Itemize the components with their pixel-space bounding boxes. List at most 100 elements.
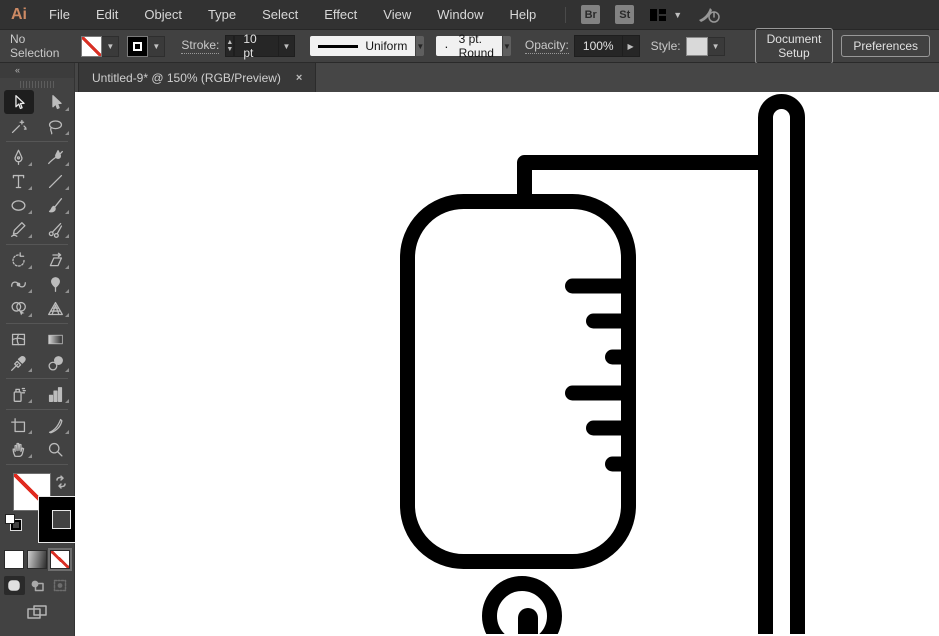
opacity-field: 100% ▶ [573, 35, 640, 57]
draw-inside-icon[interactable] [50, 576, 71, 595]
artwork-bag[interactable] [400, 194, 636, 569]
menu-item[interactable]: Object [131, 0, 195, 30]
tool-artboard[interactable] [4, 413, 34, 437]
stroke-swatch-black[interactable] [127, 35, 149, 57]
chevron-down-icon: ▼ [673, 9, 683, 20]
fill-swatch-none[interactable] [81, 35, 103, 57]
brush-dropdown[interactable]: ▼ [502, 36, 511, 56]
artwork-scale-ticks[interactable] [565, 278, 635, 472]
stock-icon[interactable]: St [615, 5, 635, 24]
tool-width[interactable] [4, 272, 34, 296]
tool-lasso[interactable] [41, 114, 71, 138]
tool-magic-wand[interactable] [4, 114, 34, 138]
tool-zoom[interactable] [41, 437, 71, 461]
workspace-switcher[interactable]: ▼ [649, 8, 682, 22]
tool-column-graph[interactable] [41, 382, 71, 406]
document-setup-button[interactable]: Document Setup [754, 28, 834, 64]
app-logo: Ai [11, 5, 27, 23]
menu-item[interactable]: Select [249, 0, 311, 30]
width-profile-select[interactable]: Uniform [310, 36, 416, 56]
divider [6, 464, 68, 465]
tool-hand[interactable] [4, 437, 34, 461]
artwork-iv-bag[interactable] [75, 92, 939, 634]
tool-line-segment[interactable] [41, 169, 71, 193]
stroke-weight-stepper[interactable]: ▲ ▼ [225, 35, 235, 57]
stroke-dropdown-button[interactable]: ▼ [148, 35, 166, 57]
tool-blend[interactable] [41, 351, 71, 375]
none-button[interactable] [48, 548, 72, 571]
opacity-dropdown[interactable]: ▶ [621, 36, 639, 56]
fill-dropdown-button[interactable]: ▼ [102, 35, 120, 57]
lasso-icon [48, 119, 63, 134]
tool-symbol-sprayer[interactable] [4, 382, 34, 406]
tab-close-icon[interactable]: × [296, 72, 302, 84]
stroke-weight-label[interactable]: Stroke: [181, 38, 220, 54]
menu-items: File Edit Object Type Select Effect View Window… [39, 0, 549, 30]
eyedropper-icon [11, 355, 26, 371]
tool-paintbrush[interactable] [41, 193, 71, 217]
menu-item[interactable]: Effect [311, 0, 370, 30]
menu-item[interactable]: Type [195, 0, 249, 30]
divider [6, 141, 68, 142]
tool-puppet-warp[interactable] [41, 272, 71, 296]
tool-slice[interactable] [41, 413, 71, 437]
tool-gradient[interactable] [41, 327, 71, 351]
menu-item[interactable]: Edit [83, 0, 131, 30]
tool-type[interactable] [4, 169, 34, 193]
stroke-proxy-hole [52, 510, 71, 529]
stroke-weight-dropdown[interactable]: ▼ [277, 36, 295, 56]
illustrator-window: Ai File Edit Object Type Select Effect View Win… [0, 0, 939, 636]
bridge-icon[interactable]: Br [581, 5, 601, 24]
tool-scissors[interactable] [41, 217, 71, 241]
style-control: ▼ [685, 36, 725, 56]
style-swatch[interactable] [685, 36, 708, 56]
opacity-label[interactable]: Opacity: [524, 38, 569, 54]
menu-item[interactable]: File [39, 0, 83, 30]
document-tab[interactable]: Untitled-9* @ 150% (RGB/Preview) × [78, 63, 317, 92]
stroke-color-control: ▼ [127, 35, 166, 57]
tool-ellipse[interactable] [4, 193, 34, 217]
menu-item[interactable]: Window [424, 0, 496, 30]
menu-item[interactable]: Help [496, 0, 549, 30]
control-bar: No Selection ▼ ▼ Stroke: ▲ ▼ 10 pt ▼ Unif… [0, 28, 939, 64]
tool-direct-selection[interactable] [41, 90, 71, 114]
preferences-button[interactable]: Preferences [841, 35, 931, 57]
canvas[interactable] [75, 92, 939, 636]
width-profile-dropdown[interactable]: ▼ [416, 36, 425, 56]
draw-behind-icon[interactable] [27, 576, 48, 595]
opacity-value[interactable]: 100% [575, 39, 622, 53]
paint-buttons [0, 548, 74, 571]
style-dropdown-button[interactable]: ▼ [707, 36, 725, 56]
brush-select[interactable]: · 3 pt. Round [436, 32, 502, 60]
tool-shear[interactable] [41, 248, 71, 272]
menu-item[interactable]: View [370, 0, 424, 30]
tool-eyedropper[interactable] [4, 351, 34, 375]
tool-pencil[interactable] [4, 217, 34, 241]
tool-rotate[interactable] [4, 248, 34, 272]
gradient-button[interactable] [27, 550, 47, 569]
tool-mesh[interactable] [4, 327, 34, 351]
default-fill-stroke-icon[interactable] [5, 514, 22, 531]
stroke-weight-value[interactable]: 10 pt [235, 32, 277, 60]
artboard-icon [11, 417, 26, 432]
panel-grip[interactable] [20, 81, 54, 88]
divider [6, 378, 68, 379]
swap-fill-stroke-icon[interactable] [54, 475, 68, 489]
tool-pen[interactable] [4, 145, 34, 169]
divider [6, 323, 68, 324]
curvature-icon [48, 149, 63, 164]
tool-shape-builder[interactable] [4, 296, 34, 320]
tool-perspective-grid[interactable] [41, 296, 71, 320]
tool-curvature[interactable] [41, 145, 71, 169]
collapse-panel-icon[interactable]: « [0, 63, 74, 78]
ellipse-icon [11, 199, 26, 211]
puppet-pin-icon [51, 276, 60, 292]
none-slash-icon [51, 551, 69, 568]
divider [6, 244, 68, 245]
artwork-pole[interactable] [758, 94, 805, 635]
color-button[interactable] [4, 550, 24, 569]
draw-normal-icon[interactable] [3, 576, 25, 595]
gpu-performance-icon[interactable] [697, 6, 721, 24]
tool-selection[interactable] [3, 90, 34, 114]
change-screen-mode-icon[interactable] [26, 604, 48, 627]
